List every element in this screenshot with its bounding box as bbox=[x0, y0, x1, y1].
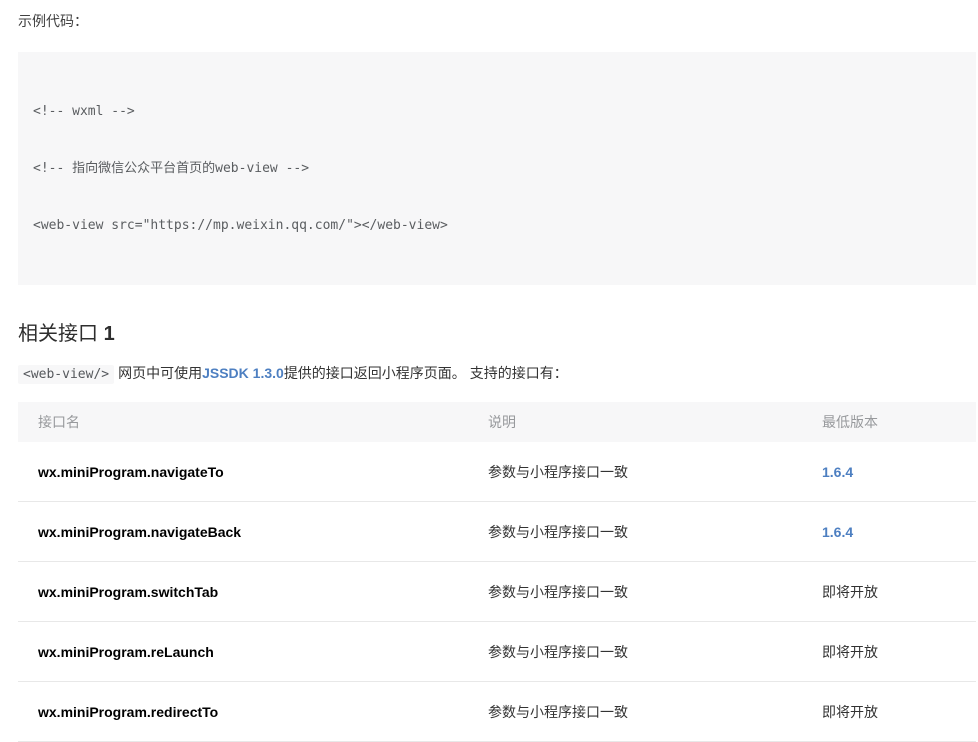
column-header-description: 说明 bbox=[488, 412, 822, 432]
api-name-navigateback: wx.miniProgram.navigateBack bbox=[18, 524, 488, 540]
version-status: 即将开放 bbox=[822, 704, 878, 720]
api-description: 参数与小程序接口一致 bbox=[488, 642, 822, 662]
api-name-redirectto: wx.miniProgram.redirectTo bbox=[18, 704, 488, 720]
api-description: 参数与小程序接口一致 bbox=[488, 522, 822, 542]
doc-content: 示例代码： <!-- wxml --> <!-- 指向微信公众平台首页的web-… bbox=[0, 0, 978, 742]
version-link[interactable]: 1.6.4 bbox=[822, 524, 853, 540]
code-line-webview-tag: <web-view src="https://mp.weixin.qq.com/… bbox=[33, 216, 961, 235]
intro-text-before-link: 网页中可使用 bbox=[118, 365, 202, 381]
table-row: wx.miniProgram.redirectTo 参数与小程序接口一致 即将开… bbox=[18, 682, 976, 742]
table-header-row: 接口名 说明 最低版本 bbox=[18, 402, 976, 442]
section-title-text: 相关接口 bbox=[18, 323, 98, 345]
api-name-switchtab: wx.miniProgram.switchTab bbox=[18, 584, 488, 600]
api-name-navigateto: wx.miniProgram.navigateTo bbox=[18, 464, 488, 480]
code-line-comment-description: <!-- 指向微信公众平台首页的web-view --> bbox=[33, 159, 961, 178]
example-code-label: 示例代码： bbox=[18, 14, 976, 28]
api-description: 参数与小程序接口一致 bbox=[488, 702, 822, 722]
column-header-api-name: 接口名 bbox=[18, 412, 488, 432]
jssdk-link[interactable]: JSSDK 1.3.0 bbox=[202, 365, 284, 381]
intro-text-after-link: 提供的接口返回小程序页面。 支持的接口有： bbox=[284, 365, 568, 381]
column-header-min-version: 最低版本 bbox=[822, 412, 976, 432]
version-link[interactable]: 1.6.4 bbox=[822, 464, 853, 480]
table-row: wx.miniProgram.reLaunch 参数与小程序接口一致 即将开放 bbox=[18, 622, 976, 682]
table-row: wx.miniProgram.navigateTo 参数与小程序接口一致 1.6… bbox=[18, 442, 976, 502]
table-row: wx.miniProgram.navigateBack 参数与小程序接口一致 1… bbox=[18, 502, 976, 562]
api-description: 参数与小程序接口一致 bbox=[488, 462, 822, 482]
api-description: 参数与小程序接口一致 bbox=[488, 582, 822, 602]
section-title: 相关接口 1 bbox=[18, 322, 976, 346]
version-status: 即将开放 bbox=[822, 644, 878, 660]
section-title-number: 1 bbox=[104, 323, 115, 345]
code-line-comment-wxml: <!-- wxml --> bbox=[33, 102, 961, 121]
intro-paragraph: <web-view/>网页中可使用JSSDK 1.3.0提供的接口返回小程序页面… bbox=[18, 363, 976, 385]
code-block: <!-- wxml --> <!-- 指向微信公众平台首页的web-view -… bbox=[18, 52, 976, 285]
inline-code-webview: <web-view/> bbox=[18, 365, 114, 384]
table-row: wx.miniProgram.switchTab 参数与小程序接口一致 即将开放 bbox=[18, 562, 976, 622]
api-table: 接口名 说明 最低版本 wx.miniProgram.navigateTo 参数… bbox=[18, 402, 976, 742]
api-name-relaunch: wx.miniProgram.reLaunch bbox=[18, 644, 488, 660]
version-status: 即将开放 bbox=[822, 584, 878, 600]
